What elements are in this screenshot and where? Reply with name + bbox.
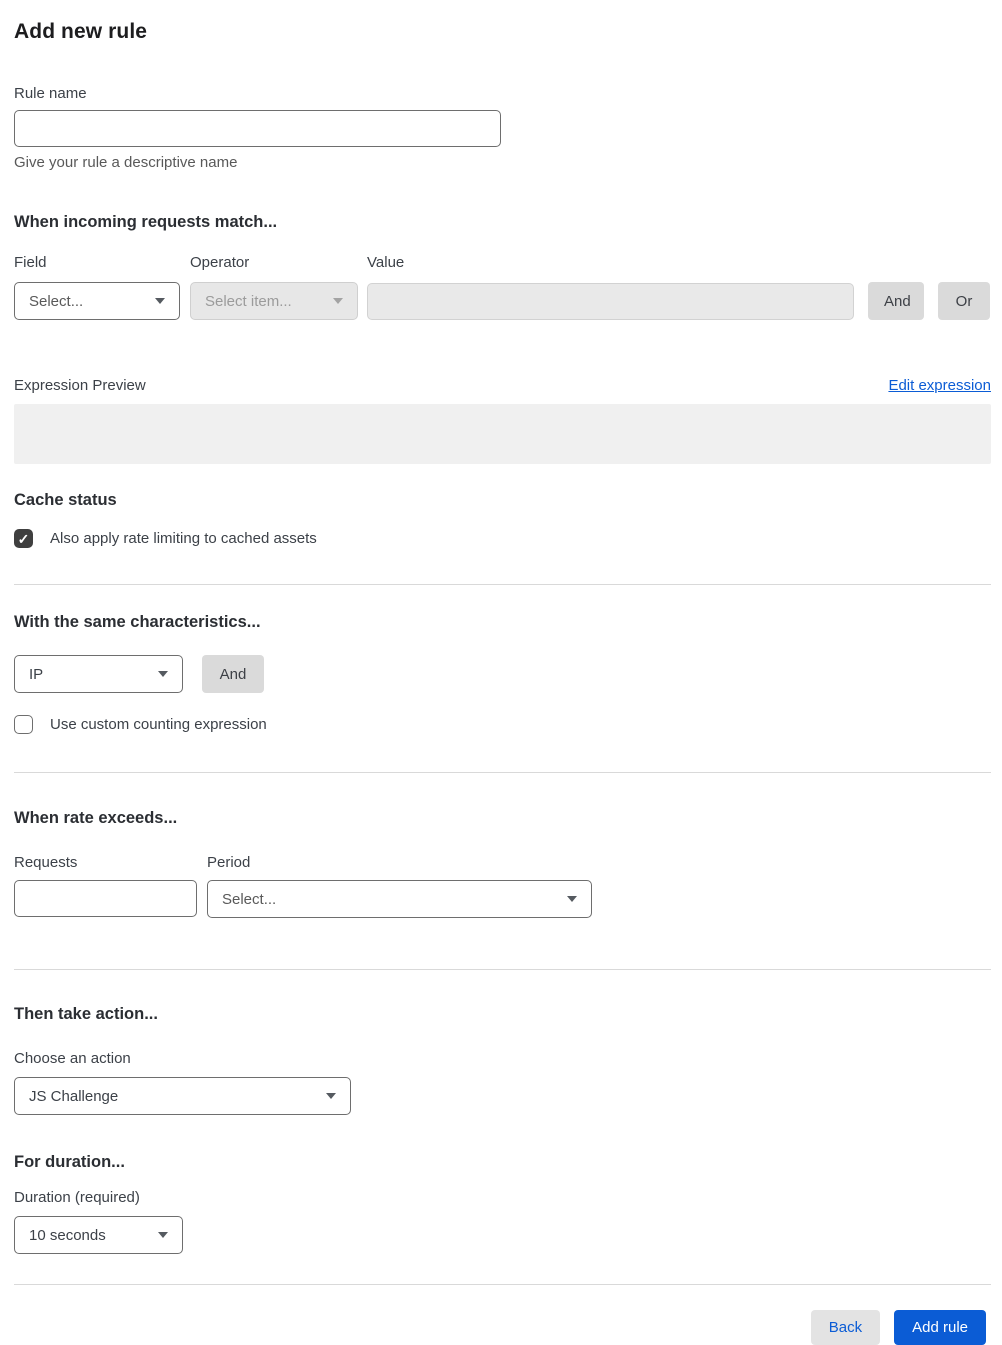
chevron-down-icon xyxy=(158,1232,168,1238)
chevron-down-icon xyxy=(333,298,343,304)
divider xyxy=(14,584,991,585)
divider xyxy=(14,969,991,970)
requests-input[interactable] xyxy=(14,880,197,917)
chevron-down-icon xyxy=(155,298,165,304)
custom-counting-checkbox[interactable] xyxy=(14,715,33,734)
duration-select-value: 10 seconds xyxy=(29,1226,106,1244)
field-select[interactable]: Select... xyxy=(14,282,180,320)
divider xyxy=(14,1284,991,1285)
edit-expression-link[interactable]: Edit expression xyxy=(888,377,991,394)
characteristic-select[interactable]: IP xyxy=(14,655,183,693)
expression-preview-box xyxy=(14,404,991,464)
cached-assets-checkbox-label: Also apply rate limiting to cached asset… xyxy=(50,530,317,547)
match-section-heading: When incoming requests match... xyxy=(14,213,278,231)
period-select[interactable]: Select... xyxy=(207,880,592,918)
check-icon: ✓ xyxy=(17,530,30,547)
operator-select-value: Select item... xyxy=(205,292,292,310)
duration-select[interactable]: 10 seconds xyxy=(14,1216,183,1254)
rule-name-helper: Give your rule a descriptive name xyxy=(14,154,238,171)
characteristic-select-value: IP xyxy=(29,665,44,683)
add-rule-form: Add new rule Rule name Give your rule a … xyxy=(0,0,1002,1345)
period-label: Period xyxy=(207,854,251,871)
action-heading: Then take action... xyxy=(14,1005,158,1023)
custom-counting-checkbox-label: Use custom counting expression xyxy=(50,716,267,733)
rule-name-label: Rule name xyxy=(14,85,87,102)
action-select-value: JS Challenge xyxy=(29,1087,119,1105)
duration-label: Duration (required) xyxy=(14,1189,140,1206)
page-title: Add new rule xyxy=(14,20,148,43)
value-input[interactable] xyxy=(367,282,854,320)
action-select[interactable]: JS Challenge xyxy=(14,1077,351,1115)
field-select-value: Select... xyxy=(29,292,84,310)
expression-preview-label: Expression Preview xyxy=(14,377,146,394)
chevron-down-icon xyxy=(326,1093,336,1099)
operator-label: Operator xyxy=(190,254,250,271)
divider xyxy=(14,772,991,773)
characteristics-heading: With the same characteristics... xyxy=(14,613,261,631)
chevron-down-icon xyxy=(158,671,168,677)
rule-name-input[interactable] xyxy=(14,110,501,147)
cached-assets-checkbox[interactable]: ✓ xyxy=(14,529,33,548)
chevron-down-icon xyxy=(567,896,577,902)
choose-action-label: Choose an action xyxy=(14,1050,131,1067)
duration-heading: For duration... xyxy=(14,1153,125,1171)
and-button[interactable]: And xyxy=(868,282,924,320)
rate-heading: When rate exceeds... xyxy=(14,809,178,827)
field-label: Field xyxy=(14,254,47,271)
operator-select[interactable]: Select item... xyxy=(190,282,358,320)
value-label: Value xyxy=(367,254,405,271)
or-button[interactable]: Or xyxy=(938,282,990,320)
cache-status-heading: Cache status xyxy=(14,491,117,509)
period-select-value: Select... xyxy=(222,890,277,908)
requests-label: Requests xyxy=(14,854,78,871)
characteristic-and-button[interactable]: And xyxy=(202,655,264,693)
